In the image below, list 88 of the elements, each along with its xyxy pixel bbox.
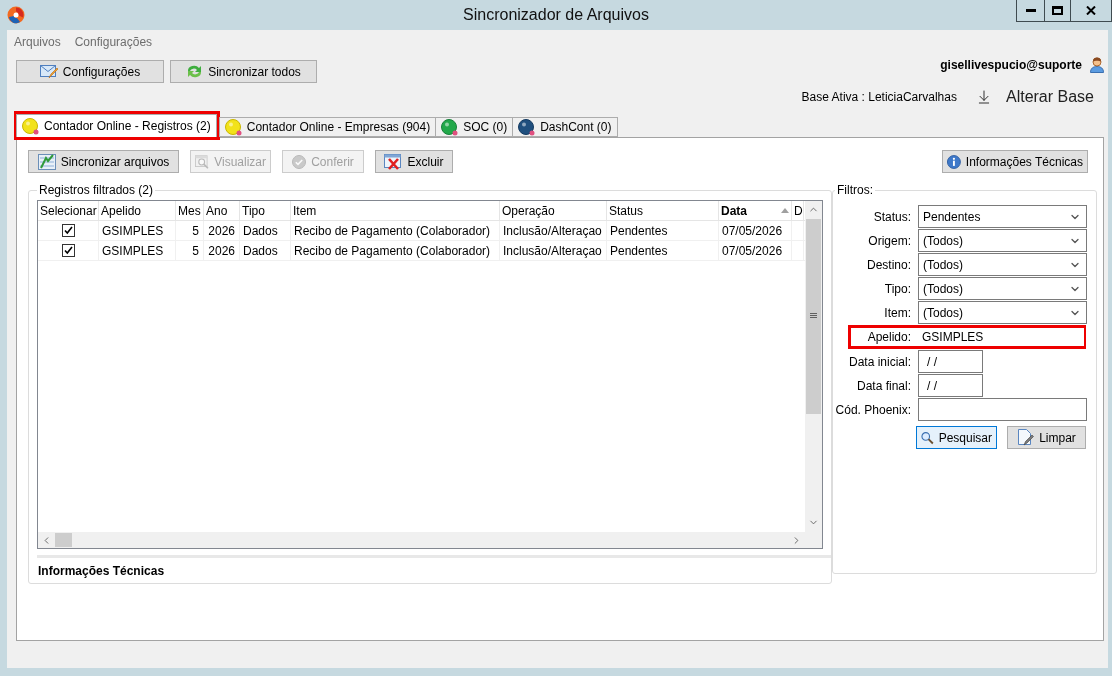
list-chart-icon [37,153,56,170]
column-header[interactable]: Mes [176,201,204,220]
minimize-icon [1025,9,1036,12]
action-button[interactable]: Sincronizar arquivos [28,150,179,173]
toolbar-button[interactable]: Sincronizar todos [170,60,317,83]
dropdown[interactable]: (Todos) [918,229,1087,252]
column-header[interactable]: Tipo [240,201,291,220]
tab[interactable]: Contador Online - Registros (2) [16,114,217,137]
table-cell: Dados [243,243,278,258]
field-label: Data final: [855,378,911,393]
tab[interactable]: Contador Online - Empresas (904) [218,117,437,137]
group-title: Filtros: [836,183,874,197]
section-title: Informações Técnicas [38,563,165,578]
field-label: Origem: [867,233,911,248]
table-cell: GSIMPLES [102,243,164,258]
circle-logo-icon [224,118,242,136]
user-name: gisellivespucio@suporte [940,58,1082,72]
group-title: Registros filtrados (2) [38,183,155,197]
table-cell: Pendentes [610,243,668,258]
table-cell: 07/05/2026 [722,243,783,258]
table-cell: Pendentes [610,223,668,238]
check-circle-icon [292,154,307,169]
date-field[interactable]: / / [918,374,983,397]
field-label: Destino: [865,257,911,272]
field-label: Status: [872,209,911,224]
date-field[interactable]: / / [918,350,983,373]
info-icon [947,153,961,170]
circle-logo-icon [441,118,459,136]
document-pencil-icon [1017,429,1035,446]
table-cell: Recibo de Pagamento (Colaborador) [294,243,491,258]
table-cell: 2026 [208,243,235,258]
info-button[interactable]: Informações Técnicas [942,150,1088,173]
tab[interactable]: DashCont (0) [512,117,618,137]
horizontal-scrollbar[interactable] [38,531,805,548]
table-cell: 2026 [208,223,235,238]
circle-logo-icon [518,118,536,136]
dropdown[interactable]: Pendentes [918,205,1087,228]
change-base-link[interactable]: Alterar Base [1005,88,1094,106]
sort-arrow-icon [781,208,789,213]
field-label: Data inicial: [847,354,911,369]
table-cell: Recibo de Pagamento (Colaborador) [294,223,491,238]
input-field[interactable] [918,398,1087,421]
sync-arrows-icon [186,64,204,79]
checkbox[interactable] [62,244,75,257]
column-header[interactable]: Status [607,201,719,220]
menu-item[interactable]: Arquivos [14,34,61,49]
user-icon [1090,57,1104,73]
envelope-pencil-icon [39,64,58,79]
close-icon [1086,6,1096,15]
active-base-label: Base Ativa : LeticiaCarvalhas [801,90,957,104]
table-cell: Inclusão/Alteraçao [503,223,602,238]
minimize-button[interactable] [1016,0,1045,22]
column-header[interactable]: Apelido [99,201,176,220]
checkbox[interactable] [62,224,75,237]
dropdown[interactable]: (Todos) [918,253,1087,276]
scrollbar-thumb[interactable] [806,219,821,414]
dropdown[interactable]: (Todos) [918,277,1087,300]
filter-button[interactable]: Pesquisar [916,426,997,449]
table-cell: 5 [192,223,199,238]
window-title: Sincronizador de Arquivos [463,5,649,25]
filter-button[interactable]: Limpar [1007,426,1086,449]
column-header[interactable]: Ano [204,201,240,220]
dropdown[interactable]: (Todos) [918,301,1087,324]
table-cell: Inclusão/Alteraçao [503,243,602,258]
scrollbar-thumb[interactable] [55,533,72,547]
menu-item[interactable]: Configurações [74,34,153,49]
search-icon [921,429,934,446]
toolbar-button[interactable]: Configurações [16,60,164,83]
close-button[interactable] [1070,0,1112,22]
window-magnifier-icon [195,153,210,170]
table-cell: GSIMPLES [102,223,164,238]
field-label: Apelido: [866,330,911,344]
table-cell: 07/05/2026 [722,223,783,238]
tab[interactable]: SOC (0) [435,117,514,137]
app-logo-icon [7,6,25,24]
field-label: Tipo: [883,281,911,296]
column-header[interactable]: Operação [500,201,607,220]
field-label: Item: [883,305,911,320]
column-header[interactable]: Selecionar [38,201,99,220]
maximize-icon [1052,6,1063,15]
window-cross-icon [384,153,403,170]
column-header[interactable]: Item [291,201,500,220]
table-cell: 5 [192,243,199,258]
action-button[interactable]: Excluir [375,150,453,173]
table-cell: Dados [243,223,278,238]
column-header[interactable]: Data [719,201,792,220]
circle-logo-icon [22,117,39,135]
field-label: Cód. Phoenix: [835,402,911,417]
